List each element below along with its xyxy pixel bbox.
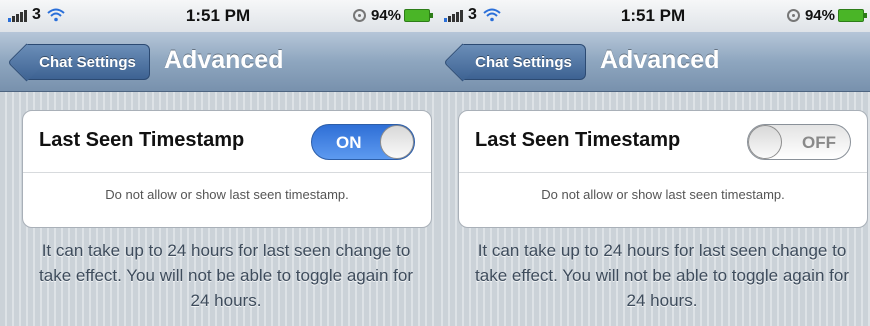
wifi-icon bbox=[47, 8, 65, 22]
lock-icon bbox=[352, 9, 366, 22]
setting-row-last-seen: Last Seen Timestamp ON bbox=[23, 111, 431, 173]
toggle-knob bbox=[380, 125, 414, 159]
signal-icon bbox=[444, 7, 464, 23]
navigation-bar: Chat Settings Advanced bbox=[436, 32, 870, 92]
screen-left: 3 1:51 PM 94% Chat Settings Advanced Las… bbox=[0, 0, 436, 326]
setting-label: Last Seen Timestamp bbox=[39, 129, 245, 151]
footer-note: It can take up to 24 hours for last seen… bbox=[475, 241, 849, 310]
page-title: Advanced bbox=[600, 46, 720, 74]
setting-label: Last Seen Timestamp bbox=[475, 129, 681, 151]
status-time: 1:51 PM bbox=[620, 6, 686, 25]
footer-note: It can take up to 24 hours for last seen… bbox=[39, 241, 413, 310]
settings-group: Last Seen Timestamp ON Do not allow or s… bbox=[22, 110, 432, 228]
back-button-label: Chat Settings bbox=[475, 53, 572, 71]
toggle-knob bbox=[748, 125, 782, 159]
setting-description: Do not allow or show last seen timestamp… bbox=[541, 187, 785, 202]
battery-percent: 94% bbox=[370, 7, 401, 24]
status-bar: 3 1:51 PM 94% bbox=[436, 0, 870, 32]
wifi-icon bbox=[483, 8, 501, 22]
signal-icon bbox=[8, 7, 28, 23]
lock-icon bbox=[786, 9, 800, 22]
toggle-state-text: ON bbox=[336, 133, 362, 152]
back-button[interactable]: Chat Settings bbox=[26, 44, 150, 80]
battery-icon bbox=[838, 9, 867, 22]
settings-group: Last Seen Timestamp OFF Do not allow or … bbox=[458, 110, 868, 228]
screen-right: 3 1:51 PM 94% Chat Settings Advanced Las… bbox=[436, 0, 870, 326]
toggle-state-text: OFF bbox=[802, 133, 836, 152]
last-seen-toggle[interactable]: ON bbox=[311, 124, 415, 160]
setting-row-last-seen: Last Seen Timestamp OFF bbox=[459, 111, 867, 173]
back-button-label: Chat Settings bbox=[39, 53, 136, 71]
carrier-label: 3 bbox=[468, 6, 477, 23]
status-bar: 3 1:51 PM 94% bbox=[0, 0, 436, 32]
page-title: Advanced bbox=[164, 46, 284, 74]
last-seen-toggle[interactable]: OFF bbox=[747, 124, 851, 160]
navigation-bar: Chat Settings Advanced bbox=[0, 32, 436, 92]
carrier-label: 3 bbox=[32, 6, 41, 23]
battery-icon bbox=[404, 9, 433, 22]
battery-percent: 94% bbox=[804, 7, 835, 24]
status-time: 1:51 PM bbox=[185, 6, 251, 25]
back-button[interactable]: Chat Settings bbox=[462, 44, 586, 80]
setting-description: Do not allow or show last seen timestamp… bbox=[105, 187, 349, 202]
